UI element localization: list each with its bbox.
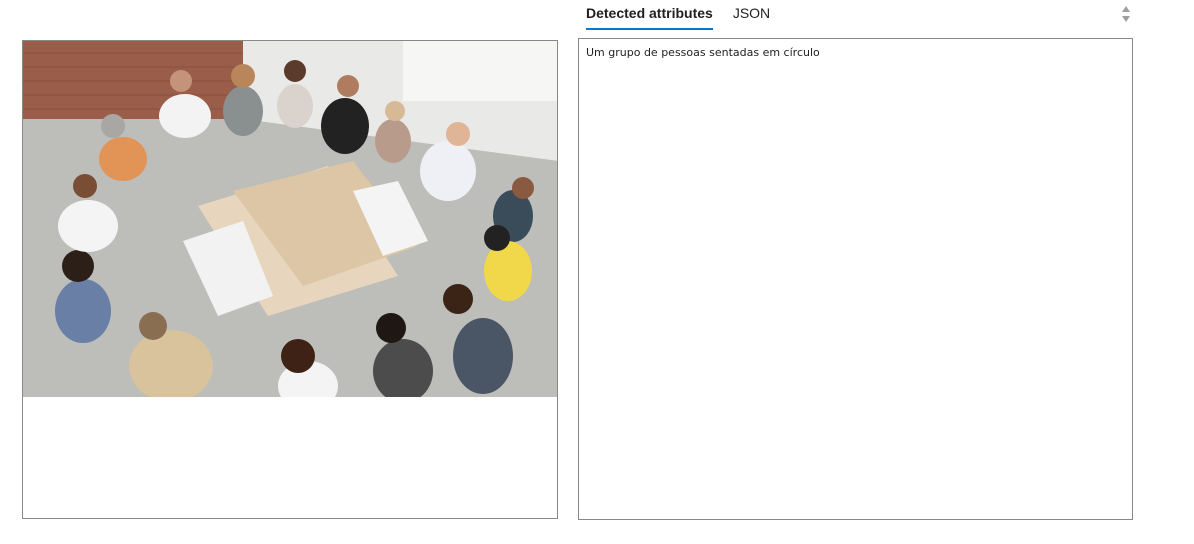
tab-detected-attributes[interactable]: Detected attributes [578,0,721,30]
sort-arrows-icon[interactable] [1119,0,1133,28]
image-preview-frame [22,40,558,519]
uploaded-photo [23,41,557,397]
result-tabs: Detected attributes JSON [578,0,778,30]
arrow-down-icon [1122,16,1130,22]
arrow-up-icon [1122,6,1130,12]
tab-json[interactable]: JSON [725,0,778,30]
detected-attributes-output: Um grupo de pessoas sentadas em círculo [578,38,1133,520]
caption-text: Um grupo de pessoas sentadas em círculo [586,46,820,59]
